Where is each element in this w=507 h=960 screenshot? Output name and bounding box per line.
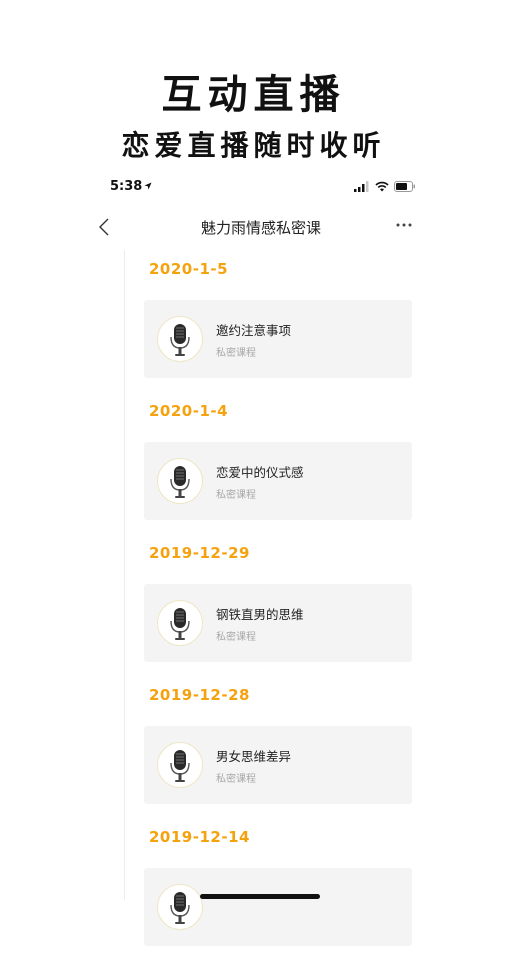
course-card[interactable]: 邀约注意事项 私密课程 (144, 300, 412, 378)
date-group: 2020-1-4 恋爱中的仪式感 私密课程 (96, 392, 426, 534)
signal-icon (354, 181, 369, 192)
nav-bar: 魅力雨情感私密课 (96, 208, 426, 246)
course-card[interactable]: 恋爱中的仪式感 私密课程 (144, 442, 412, 520)
microphone-icon (157, 742, 203, 788)
promo-subtitle: 恋爱直播随时收听 (121, 129, 386, 162)
microphone-icon (157, 884, 203, 930)
microphone-icon (157, 316, 203, 362)
nav-title: 魅力雨情感私密课 (200, 219, 321, 237)
date-label: 2019-12-14 (149, 828, 250, 846)
course-card[interactable]: 男女思维差异 私密课程 (144, 726, 412, 804)
course-tag: 私密课程 (216, 490, 256, 501)
promo-title: 互动直播 (161, 72, 346, 118)
wifi-icon (375, 181, 389, 192)
date-label: 2019-12-29 (149, 544, 250, 562)
more-options-icon[interactable] (396, 223, 412, 227)
date-label: 2020-1-4 (149, 402, 229, 420)
date-label: 2020-1-5 (149, 260, 229, 278)
course-title: 男女思维差异 (216, 749, 292, 764)
course-tag: 私密课程 (216, 632, 256, 643)
course-title: 邀约注意事项 (216, 323, 292, 338)
course-title: 钢铁直男的思维 (216, 607, 304, 622)
course-timeline: 2020-1-5 邀约注意事项 私密课程 2020-1-4 恋爱中的仪式感 私密… (96, 250, 426, 946)
course-title: 恋爱中的仪式感 (216, 465, 304, 480)
date-group: 2019-12-28 男女思维差异 私密课程 (96, 676, 426, 818)
course-tag: 私密课程 (216, 348, 256, 359)
date-label: 2019-12-28 (149, 686, 250, 704)
battery-icon (394, 181, 415, 192)
date-group: 2020-1-5 邀约注意事项 私密课程 (96, 250, 426, 392)
microphone-icon (157, 458, 203, 504)
course-card[interactable] (144, 868, 412, 946)
course-card[interactable]: 钢铁直男的思维 私密课程 (144, 584, 412, 662)
course-tag: 私密课程 (216, 774, 256, 785)
status-time: 5:38 (110, 179, 143, 194)
home-indicator[interactable] (200, 894, 320, 899)
microphone-icon (157, 600, 203, 646)
date-group: 2019-12-29 钢铁直男的思维 私密课程 (96, 534, 426, 676)
date-group: 2019-12-14 (96, 818, 426, 960)
location-arrow-icon (144, 182, 152, 190)
status-bar: 5:38 (96, 177, 426, 197)
